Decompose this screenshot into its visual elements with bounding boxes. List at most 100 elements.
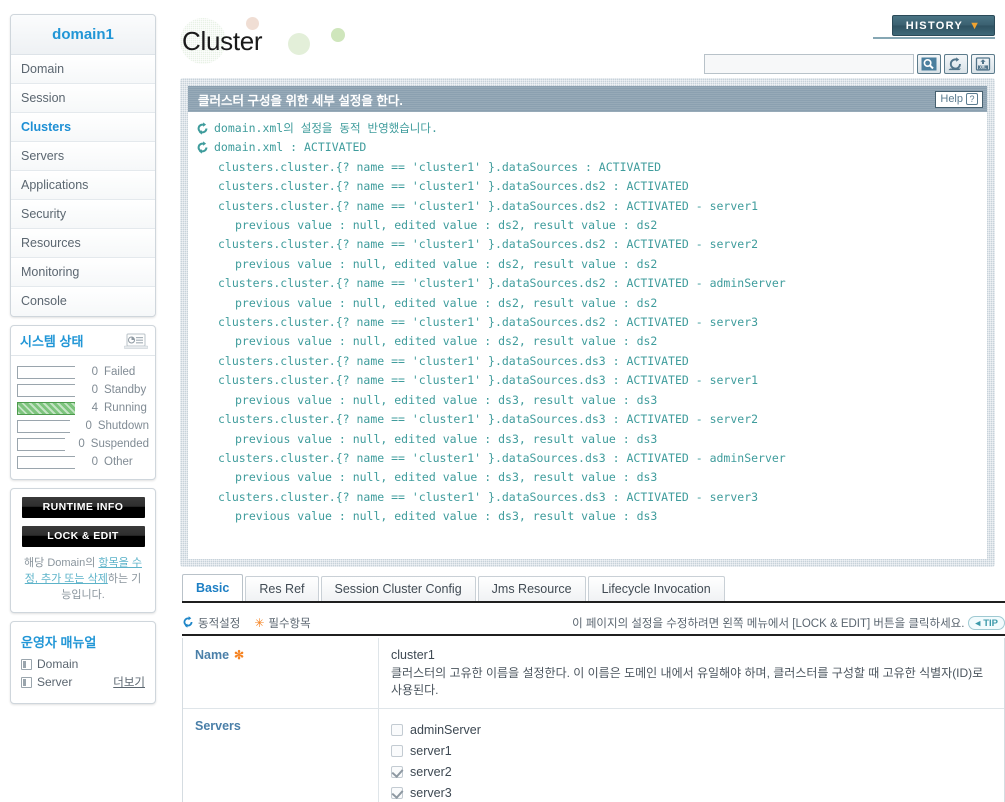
sidebar-item-label: Security: [21, 207, 67, 221]
reload-button[interactable]: [944, 54, 968, 74]
question-icon: ?: [966, 93, 978, 105]
manual-more-link[interactable]: 더보기: [113, 674, 145, 690]
checkbox-server3[interactable]: [391, 786, 403, 799]
sidebar-nav-card: domain1 Domain Session Clusters Servers Appl…: [10, 14, 156, 317]
monitor-chart-icon[interactable]: [123, 333, 149, 349]
svg-text:XML: XML: [979, 65, 987, 70]
sidebar-item-applications[interactable]: Applications: [11, 171, 155, 200]
log-line: clusters.cluster.{? name == 'cluster1' }…: [188, 313, 987, 332]
manual-item-label: Server: [37, 675, 73, 689]
checkbox-label: adminServer: [410, 722, 481, 737]
sidebar-item-monitoring[interactable]: Monitoring: [11, 258, 155, 287]
checkbox-label: server2: [410, 764, 452, 779]
checkbox-adminServer[interactable]: [391, 723, 403, 736]
checkbox-row[interactable]: adminServer: [391, 719, 994, 740]
status-bar: [17, 383, 75, 397]
log-line-text: previous value : null, edited value : ds…: [235, 218, 658, 233]
settings-value-text: cluster1: [391, 648, 435, 662]
log-line: previous value : null, edited value : ds…: [188, 507, 987, 526]
status-bar: [17, 419, 71, 433]
actions-card: RUNTIME INFO LOCK & EDIT 해당 Domain의 항목을 …: [10, 488, 156, 613]
log-line-text: domain.xml의 설정을 동적 반영했습니다.: [214, 121, 438, 135]
log-line-text: clusters.cluster.{? name == 'cluster1' }…: [218, 179, 689, 194]
sidebar-item-clusters[interactable]: Clusters: [11, 113, 155, 142]
log-line-text: clusters.cluster.{? name == 'cluster1' }…: [218, 198, 759, 213]
log-line: clusters.cluster.{? name == 'cluster1' }…: [188, 371, 987, 390]
checkbox-row[interactable]: server2: [391, 761, 994, 782]
status-label: Running: [104, 402, 147, 414]
settings-description: 클러스터의 고유한 이름을 설정한다. 이 이름은 도메인 내에서 유일해야 하…: [391, 666, 984, 697]
tab-bar: Basic Res Ref Session Cluster Config Jms Re…: [182, 574, 1005, 603]
status-label: Failed: [104, 366, 136, 378]
legend-required-label: 필수항목: [268, 618, 311, 630]
log-line: clusters.cluster.{? name == 'cluster1' }…: [188, 352, 987, 371]
sidebar-item-console[interactable]: Console: [11, 287, 155, 316]
lock-edit-button[interactable]: LOCK & EDIT: [21, 526, 145, 547]
refresh-icon: [182, 615, 194, 631]
settings-row: Name ✻ cluster1 클러스터의 고유한 이름을 설정한다. 이 이름은 도…: [183, 638, 1004, 709]
status-count: 0: [91, 456, 98, 468]
runtime-info-button[interactable]: RUNTIME INFO: [21, 497, 145, 518]
help-button[interactable]: Help ?: [935, 90, 983, 108]
log-line-text: previous value : null, edited value : ds…: [235, 392, 658, 407]
system-status-card: 시스템 상태 0 Failed 0 Standby 4 Running 0 Shutdown 0…: [10, 325, 156, 480]
system-status-rows: 0 Failed 0 Standby 4 Running 0 Shutdown 0 Suspend…: [11, 356, 155, 479]
manual-item-domain[interactable]: Domain: [11, 657, 155, 674]
system-status-title: 시스템 상태: [20, 334, 84, 349]
log-line: previous value : null, edited value : ds…: [188, 391, 987, 410]
legend-dynamic: 동적설정: [182, 615, 240, 631]
search-input[interactable]: [704, 54, 914, 74]
sidebar-item-security[interactable]: Security: [11, 200, 155, 229]
tab-session-cluster-config[interactable]: Session Cluster Config: [320, 576, 476, 601]
log-line: clusters.cluster.{? name == 'cluster1' }…: [188, 177, 987, 196]
tab-res-ref[interactable]: Res Ref: [245, 576, 319, 601]
sidebar-item-session[interactable]: Session: [11, 84, 155, 113]
log-line: previous value : null, edited value : ds…: [188, 216, 987, 235]
log-line: previous value : null, edited value : ds…: [188, 294, 987, 313]
checkbox-server2[interactable]: [391, 765, 403, 778]
checkbox-row[interactable]: server3: [391, 782, 994, 802]
asterisk-icon: ✻: [234, 648, 245, 662]
log-line-text: clusters.cluster.{? name == 'cluster1' }…: [218, 373, 759, 388]
log-line: previous value : null, edited value : ds…: [188, 430, 987, 449]
checkbox-row[interactable]: server1: [391, 740, 994, 761]
refresh-icon: [196, 141, 209, 155]
status-count: 4: [91, 402, 98, 414]
chevron-down-icon: ▼: [969, 19, 982, 32]
log-line: clusters.cluster.{? name == 'cluster1' }…: [188, 410, 987, 429]
history-label: HISTORY: [905, 19, 964, 32]
book-icon: [21, 658, 32, 670]
log-line: clusters.cluster.{? name == 'cluster1' }…: [188, 449, 987, 468]
history-button[interactable]: HISTORY ▼: [892, 15, 995, 36]
sidebar: domain1 Domain Session Clusters Servers Appl…: [10, 14, 156, 712]
search-button[interactable]: [917, 54, 941, 74]
tab-basic[interactable]: Basic: [182, 574, 244, 601]
legend-bar: 동적설정 ✳ 필수항목 이 페이지의 설정을 수정하려면 왼쪽 메뉴에서 [LO…: [182, 612, 1005, 634]
log-line-text: previous value : null, edited value : ds…: [235, 295, 658, 310]
tab-lifecycle-invocation[interactable]: Lifecycle Invocation: [587, 576, 725, 601]
tip-badge[interactable]: ◂ TIP: [968, 616, 1005, 630]
status-count: 0: [85, 420, 92, 432]
status-row-other: 0 Other: [17, 454, 149, 470]
history-underline: [873, 37, 995, 39]
log-line: clusters.cluster.{? name == 'cluster1' }…: [188, 488, 987, 507]
settings-row-value: adminServerserver1server2server3클러스터에 참여…: [379, 709, 1004, 802]
log-line-text: previous value : null, edited value : ds…: [235, 509, 658, 524]
status-label: Standby: [104, 384, 147, 396]
log-line: domain.xml : ACTIVATED: [188, 138, 987, 157]
sidebar-item-label: Session: [21, 91, 66, 105]
xml-upload-button[interactable]: XML: [971, 54, 995, 74]
status-label: Other: [104, 456, 133, 468]
manual-item-server[interactable]: Server 더보기: [11, 674, 155, 693]
log-line-text: clusters.cluster.{? name == 'cluster1' }…: [218, 450, 786, 465]
log-output[interactable]: domain.xml의 설정을 동적 반영했습니다. domain.xml : A…: [188, 112, 987, 559]
settings-table: Name ✻ cluster1 클러스터의 고유한 이름을 설정한다. 이 이름은 도…: [182, 638, 1005, 802]
sidebar-item-label: Resources: [21, 236, 81, 250]
tab-jms-resource[interactable]: Jms Resource: [477, 576, 586, 601]
sidebar-item-servers[interactable]: Servers: [11, 142, 155, 171]
sidebar-item-resources[interactable]: Resources: [11, 229, 155, 258]
sidebar-item-domain[interactable]: Domain: [11, 55, 155, 84]
checkbox-server1[interactable]: [391, 744, 403, 757]
status-row-suspended: 0 Suspended: [17, 436, 149, 452]
legend-divider: [182, 634, 1005, 636]
